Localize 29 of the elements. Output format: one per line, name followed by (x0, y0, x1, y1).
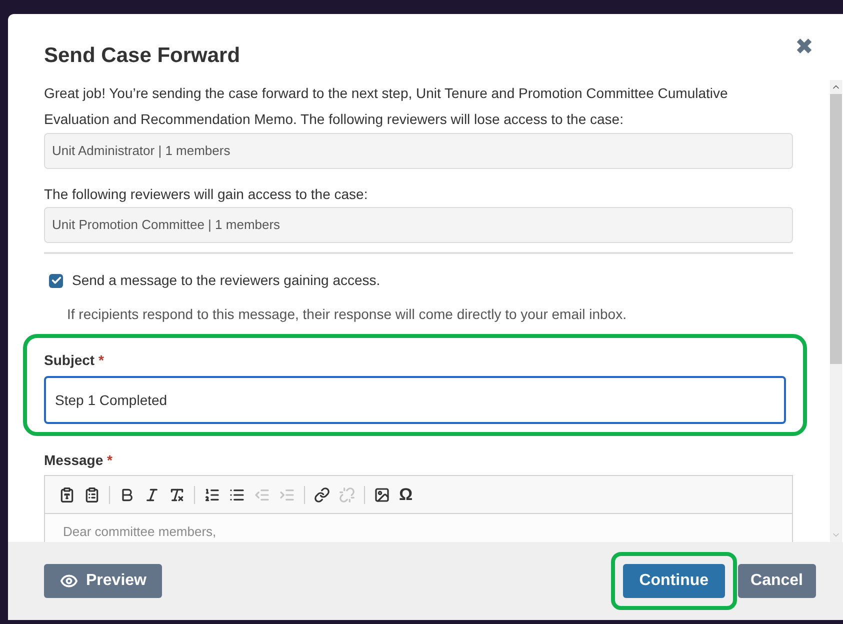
note-text: If recipients respond to this message, their response will come directly to your email inbox. (66, 305, 628, 324)
preview-button[interactable]: Preview (44, 564, 162, 598)
dialog-title: Send Case Forward (44, 43, 240, 69)
close-button[interactable]: ✖ (795, 36, 813, 58)
continue-button[interactable]: Continue (623, 564, 725, 598)
gaining-access-label: The following reviewers will gain access to the case: (44, 185, 369, 204)
scrollbar[interactable] (830, 80, 842, 542)
bold-icon[interactable] (119, 486, 135, 502)
send-message-checkbox[interactable] (49, 274, 63, 288)
subject-field[interactable]: Step 1 Completed (44, 376, 786, 424)
gaining-access-field: Unit Promotion Committee | 1 members (44, 207, 793, 243)
paste-text-icon[interactable] (59, 486, 75, 502)
eye-icon (60, 572, 78, 590)
link-icon[interactable] (314, 486, 330, 502)
message-label: Message (44, 452, 104, 468)
clear-format-icon[interactable] (169, 486, 185, 502)
required-mark: * (107, 452, 112, 468)
numbered-list-icon[interactable] (204, 486, 220, 502)
subject-label: Subject (44, 352, 95, 368)
required-mark: * (98, 352, 104, 368)
cancel-button[interactable]: Cancel (738, 564, 816, 598)
send-message-label: Send a message to the reviewers gaining access. (72, 271, 380, 290)
italic-icon[interactable] (144, 486, 160, 502)
scrollbar-thumb[interactable] (830, 94, 842, 364)
losing-access-field: Unit Administrator | 1 members (44, 133, 793, 169)
symbol-button[interactable]: Ω (399, 486, 413, 503)
image-icon[interactable] (374, 486, 390, 502)
bullet-list-icon[interactable] (229, 486, 245, 502)
intro-text: Great job! You’re sending the case forward to the next step, Unit Tenure and Promotion Committee Cumulative Evaluation and Recommendation Memo. The following reviewers will lose access to the case: (44, 84, 729, 129)
